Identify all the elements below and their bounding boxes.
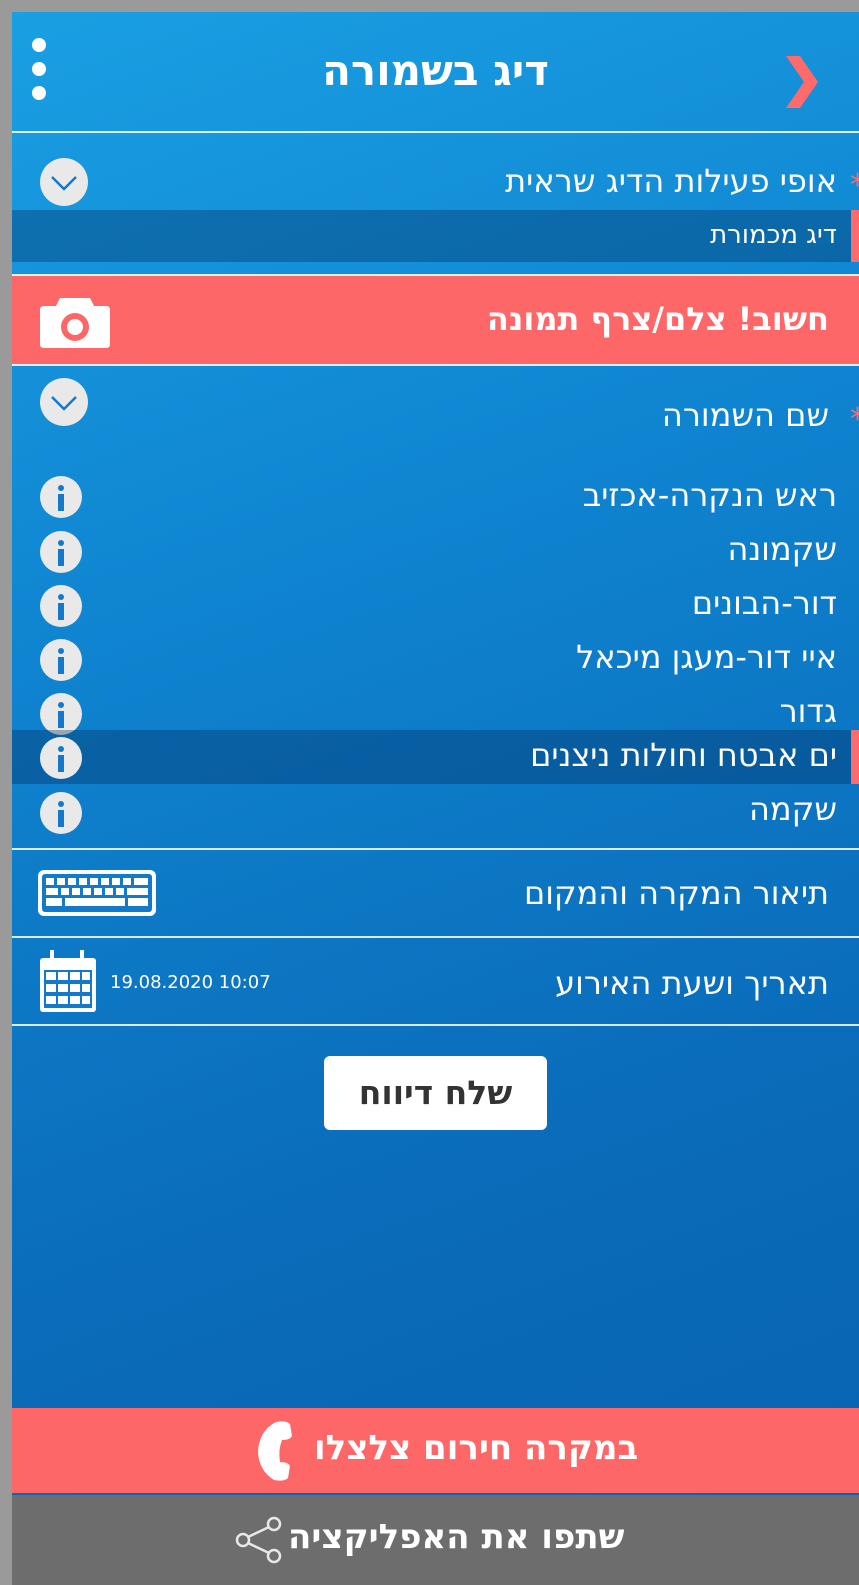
calendar-icon xyxy=(40,950,96,1012)
info-icon[interactable] xyxy=(40,792,82,834)
required-mark: * xyxy=(850,402,859,437)
info-icon[interactable] xyxy=(40,639,82,681)
submit-report-button[interactable]: שלח דיווח xyxy=(324,1056,547,1130)
list-item-selected[interactable]: ים אבטח וחולות ניצנים xyxy=(12,730,859,784)
emergency-label: במקרה חירום צלצלו xyxy=(314,1428,639,1468)
reserve-option-label: איי דור-מעגן מיכאל xyxy=(576,638,837,676)
list-item[interactable]: שקמונה xyxy=(12,524,859,578)
reserve-option-label: שקמונה xyxy=(727,530,837,568)
description-field[interactable]: תיאור המקרה והמקום xyxy=(12,850,859,936)
keyboard-icon xyxy=(38,870,156,916)
list-item[interactable]: ראש הנקרה-אכזיב xyxy=(12,468,859,524)
datetime-value: 19.08.2020 10:07 xyxy=(110,972,271,993)
selection-marker xyxy=(851,730,859,784)
emergency-call-button[interactable]: במקרה חירום צלצלו xyxy=(12,1408,859,1493)
page-title: דיג בשמורה xyxy=(322,46,549,95)
reserve-name-label: שם השמורה xyxy=(661,396,829,434)
camera-icon xyxy=(40,298,110,348)
chevron-down-icon[interactable] xyxy=(40,378,88,426)
app-screen: דיג בשמורה * אופי פעילות הדיג שראית דיג … xyxy=(12,12,859,1585)
share-icon xyxy=(235,1516,282,1564)
required-mark: * xyxy=(850,168,859,203)
fishing-type-value: דיג מכמורת xyxy=(710,220,837,250)
list-item[interactable]: איי דור-מעגן מיכאל xyxy=(12,632,859,686)
chevron-down-icon[interactable] xyxy=(40,158,88,206)
selection-marker xyxy=(851,210,859,262)
info-icon[interactable] xyxy=(40,585,82,627)
attach-photo-label: חשוב! צלם/צרף תמונה xyxy=(486,300,829,338)
fishing-type-selected-option[interactable]: דיג מכמורת xyxy=(12,210,859,262)
info-icon[interactable] xyxy=(40,531,82,573)
app-header: דיג בשמורה xyxy=(12,12,859,132)
chevron-right-icon[interactable] xyxy=(782,52,822,112)
reserve-option-label: ראש הנקרה-אכזיב xyxy=(582,476,837,514)
datetime-label: תאריך ושעת האירוע xyxy=(555,964,829,1002)
attach-photo-button[interactable]: חשוב! צלם/צרף תמונה xyxy=(12,276,859,364)
info-icon[interactable] xyxy=(40,693,82,735)
share-app-button[interactable]: שתפו את האפליקציה xyxy=(12,1495,859,1585)
divider xyxy=(12,131,859,133)
info-icon[interactable] xyxy=(40,737,82,779)
reserve-option-label: ים אבטח וחולות ניצנים xyxy=(530,736,837,774)
divider xyxy=(12,364,859,366)
divider xyxy=(12,1024,859,1026)
share-label: שתפו את האפליקציה xyxy=(288,1517,625,1557)
list-item[interactable]: שקמה xyxy=(12,784,859,844)
list-item[interactable]: דור-הבונים xyxy=(12,578,859,632)
phone-icon xyxy=(258,1421,292,1481)
reserve-option-label: גדור xyxy=(779,692,837,730)
reserve-option-label: שקמה xyxy=(748,790,837,828)
fishing-type-label: אופי פעילות הדיג שראית xyxy=(505,162,837,200)
description-label: תיאור המקרה והמקום xyxy=(523,874,829,912)
info-icon[interactable] xyxy=(40,476,82,518)
datetime-field[interactable]: תאריך ושעת האירוע 19.08.2020 10:07 xyxy=(12,938,859,1024)
reserve-option-label: דור-הבונים xyxy=(691,584,837,622)
